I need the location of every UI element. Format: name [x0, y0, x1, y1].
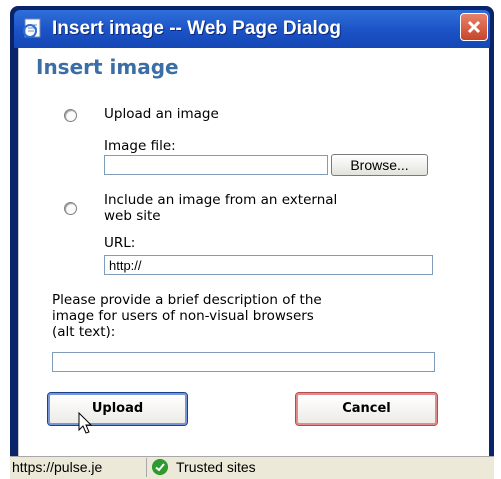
url-label: URL:: [104, 235, 136, 251]
alt-text-input[interactable]: [52, 352, 435, 372]
alt-text-label-line2: image for users of non-visual browsers: [52, 308, 314, 324]
mouse-pointer-icon: [78, 412, 93, 434]
status-url: https://pulse.je: [12, 459, 103, 475]
upload-option-label: Upload an image: [104, 106, 219, 122]
status-divider: [146, 458, 147, 477]
security-zone-label: Trusted sites: [176, 459, 256, 475]
close-icon: [467, 20, 481, 34]
close-button[interactable]: [460, 13, 488, 41]
alt-text-label-line1: Please provide a brief description of th…: [52, 292, 322, 308]
external-option-label-line2: web site: [104, 208, 161, 224]
image-file-label: Image file:: [104, 138, 176, 154]
alt-text-label-line3: (alt text):: [52, 324, 116, 340]
image-file-input[interactable]: [104, 155, 328, 175]
dialog-heading: Insert image: [36, 55, 179, 79]
upload-option-radio[interactable]: [64, 109, 77, 122]
browse-button[interactable]: Browse...: [331, 154, 428, 176]
external-option-label-line1: Include an image from an external: [104, 192, 338, 208]
external-option-radio[interactable]: [64, 202, 77, 215]
cancel-button[interactable]: Cancel: [295, 392, 438, 426]
window-title: Insert image -- Web Page Dialog: [52, 18, 341, 39]
checkmark-icon: [152, 459, 168, 475]
upload-button[interactable]: Upload: [47, 392, 188, 426]
url-input[interactable]: [104, 255, 433, 275]
ie-page-icon: [23, 18, 41, 38]
